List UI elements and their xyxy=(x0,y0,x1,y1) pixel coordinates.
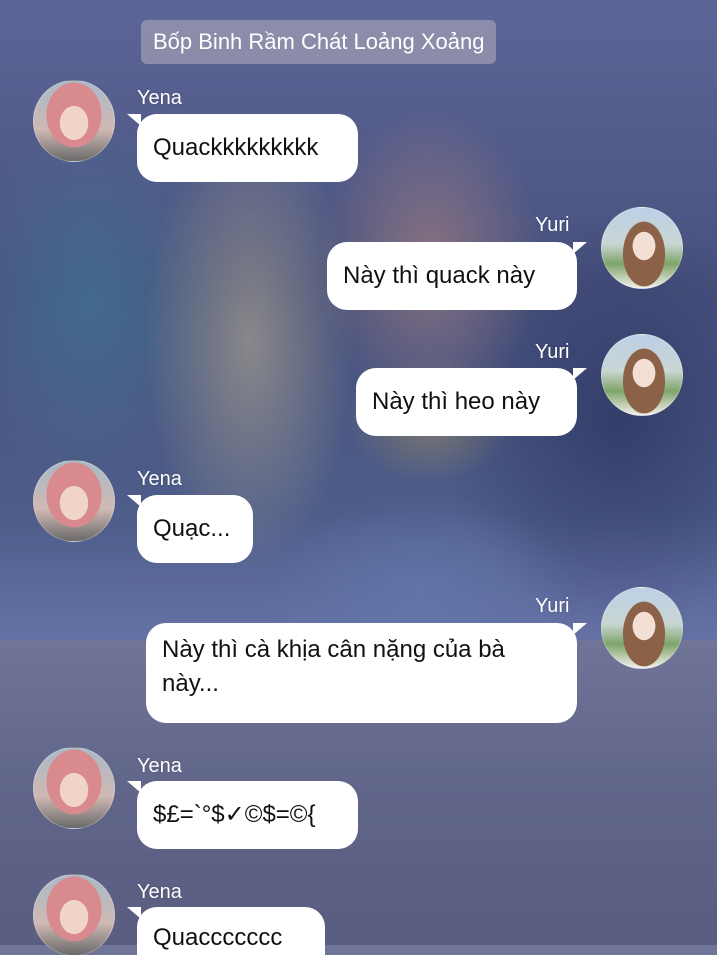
avatar-yuri[interactable] xyxy=(601,587,683,669)
chat-screen: Bốp Binh Rầm Chát Loảng Xoảng Yena Quack… xyxy=(0,0,717,955)
message-bubble[interactable]: Quaccccccc xyxy=(127,907,325,955)
sender-name: Yuri xyxy=(535,595,570,617)
message-bubble[interactable]: Này thì cà khịa cân nặng của bà này... xyxy=(146,623,587,723)
message-bubble[interactable]: Này thì quack này xyxy=(327,242,587,310)
avatar-yuri[interactable] xyxy=(601,207,683,289)
sender-name: Yuri xyxy=(535,341,570,363)
avatar-yena[interactable] xyxy=(33,747,115,829)
message-bubble[interactable]: Quackkkkkkkkk xyxy=(127,114,358,182)
sender-name: Yuri xyxy=(535,214,570,236)
sender-name: Yena xyxy=(137,755,182,777)
avatar-yuri[interactable] xyxy=(601,334,683,416)
message-bubble[interactable]: $£=`°$✓©$=©{ xyxy=(127,781,358,849)
chat-title: Bốp Binh Rầm Chát Loảng Xoảng xyxy=(141,20,497,64)
message-bubble[interactable]: Này thì heo này xyxy=(356,368,587,436)
avatar-yena[interactable] xyxy=(33,460,115,542)
avatar-yena[interactable] xyxy=(33,874,115,955)
sender-name: Yena xyxy=(137,468,182,490)
avatar-yena[interactable] xyxy=(33,80,115,162)
sender-name: Yena xyxy=(137,881,182,903)
message-bubble[interactable]: Quạc... xyxy=(127,495,253,563)
sender-name: Yena xyxy=(137,87,182,109)
